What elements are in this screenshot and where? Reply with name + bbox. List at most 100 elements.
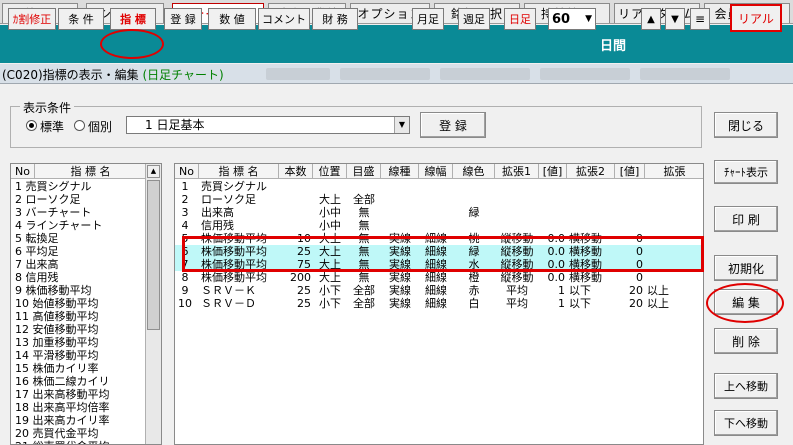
indicator-button[interactable]: 指 標 bbox=[110, 8, 156, 30]
chart-display-button[interactable]: ﾁｬｰﾄ表示 bbox=[714, 160, 778, 184]
column-header-line-width[interactable]: 線幅 bbox=[419, 164, 453, 179]
list-item[interactable]: 7 出来高 bbox=[15, 258, 59, 271]
list-item[interactable]: 16 株価二線カイリ bbox=[15, 375, 110, 388]
list-item[interactable]: 9 株価移動平均 bbox=[15, 284, 92, 297]
cell-no: 10 bbox=[178, 297, 192, 310]
list-item[interactable]: 14 平滑移動平均 bbox=[15, 349, 99, 362]
left-list-scroll-thumb[interactable] bbox=[147, 180, 160, 330]
register-button[interactable]: 登 録 bbox=[420, 112, 486, 138]
move-down-button[interactable]: 下へ移動 bbox=[714, 410, 778, 436]
indicator-settings-table[interactable]: No 指 標 名本数 位置 目盛 線種 線幅 線色 拡張1 [値] 拡張2 [値] 拡張 1 売買シグナ… bbox=[174, 163, 704, 445]
column-header-value2[interactable]: [値] bbox=[615, 164, 645, 179]
cell-scale bbox=[349, 180, 379, 193]
cell-line-type bbox=[383, 219, 417, 232]
left-list-scrollbar[interactable]: ▲ bbox=[145, 164, 161, 444]
arrow-up-icon[interactable]: ▲ bbox=[641, 8, 661, 30]
realtime-button[interactable]: リアル bbox=[730, 4, 782, 32]
list-item[interactable]: 12 安値移動平均 bbox=[15, 323, 99, 336]
initialize-button[interactable]: 初期化 bbox=[714, 255, 778, 281]
column-header-name[interactable]: 指 標 名 bbox=[35, 164, 147, 179]
list-item[interactable]: 20 売買代金平均 bbox=[15, 427, 99, 440]
column-header-ext1[interactable]: 拡張1 bbox=[495, 164, 539, 179]
values-button[interactable]: 数 値 bbox=[208, 8, 256, 30]
cell-value1 bbox=[541, 180, 565, 193]
column-header-position[interactable]: 位置 bbox=[313, 164, 347, 179]
list-item[interactable]: 11 高値移動平均 bbox=[15, 310, 99, 323]
period-count-select[interactable]: 60 ▼ bbox=[548, 8, 596, 30]
column-header-scale[interactable]: 目盛 bbox=[347, 164, 381, 179]
print-button[interactable]: 印 刷 bbox=[714, 206, 778, 232]
list-item[interactable]: 6 平均足 bbox=[15, 245, 59, 258]
list-item[interactable]: 21 総売買代金平均 bbox=[15, 440, 110, 444]
column-header-line-color[interactable]: 線色 bbox=[453, 164, 495, 179]
column-header-no[interactable]: No bbox=[175, 164, 199, 179]
daily-button[interactable]: 日足 bbox=[504, 8, 536, 30]
close-button[interactable]: 閉じる bbox=[714, 112, 778, 138]
list-item[interactable]: 13 加重移動平均 bbox=[15, 336, 99, 349]
cell-scale: 無 bbox=[358, 271, 370, 284]
settings-select[interactable]: 1 日足基本 ▼ bbox=[126, 116, 410, 134]
cell-position: 大上 bbox=[319, 271, 341, 284]
condition-button[interactable]: 条 件 bbox=[58, 8, 104, 30]
list-item[interactable]: 1 売買シグナル bbox=[15, 180, 92, 193]
scroll-up-icon[interactable]: ▲ bbox=[147, 165, 160, 178]
chevron-down-icon: ▼ bbox=[585, 14, 592, 24]
financial-button[interactable]: 財 務 bbox=[312, 8, 358, 30]
cell-no: 2 bbox=[181, 193, 189, 206]
monthly-button[interactable]: 月足 bbox=[412, 8, 444, 30]
table-row[interactable]: 8 株価移動平均 200 大上 無 実線 細線 橙 縦移動 0.0 横移動 0 bbox=[175, 271, 703, 284]
list-item[interactable]: 2 ローソク足 bbox=[15, 193, 81, 206]
list-item[interactable]: 17 出来高移動平均 bbox=[15, 388, 110, 401]
table-row[interactable]: 3 出来高 小中 無 緑 bbox=[175, 206, 703, 219]
split-adjust-button[interactable]: ｶ割修正 bbox=[8, 8, 56, 30]
radio-individual[interactable] bbox=[74, 120, 85, 131]
list-item[interactable]: 3 バーチャート bbox=[15, 206, 91, 219]
radio-individual-label: 個別 bbox=[88, 120, 113, 134]
table-row[interactable]: 4 信用残 小中 無 bbox=[175, 219, 703, 232]
cell-ext2: 以下 bbox=[569, 297, 591, 310]
list-item[interactable]: 18 出来高平均倍率 bbox=[15, 401, 110, 414]
column-header-count[interactable]: 本数 bbox=[279, 164, 313, 179]
list-item[interactable]: 15 株価カイリ率 bbox=[15, 362, 99, 375]
cell-line-color: 白 bbox=[468, 297, 480, 310]
table-row[interactable]: 10 ＳＲＶ－Ｄ 25 小下 全部 実線 細線 白 平均 1 以下 20 以上 bbox=[175, 297, 703, 310]
cell-no: 4 bbox=[181, 219, 189, 232]
list-item[interactable]: 19 出来高カイリ率 bbox=[15, 414, 110, 427]
cell-line-width bbox=[421, 193, 451, 206]
register-toolbar-button[interactable]: 登 録 bbox=[164, 8, 202, 30]
cell-ext2 bbox=[569, 219, 613, 232]
cell-line-type bbox=[383, 180, 417, 193]
list-item[interactable]: 10 始値移動平均 bbox=[15, 297, 99, 310]
cell-line-color: 橙 bbox=[468, 271, 480, 284]
list-item[interactable]: 4 ラインチャート bbox=[15, 219, 102, 232]
column-header-no[interactable]: No bbox=[11, 164, 35, 179]
list-item[interactable]: 8 信用残 bbox=[15, 271, 59, 284]
table-row[interactable]: 1 売買シグナル bbox=[175, 180, 703, 193]
delete-button[interactable]: 削 除 bbox=[714, 328, 778, 354]
period-unit-label: 日間 bbox=[600, 39, 627, 54]
cell-name: ＳＲＶ－Ｋ bbox=[201, 284, 256, 297]
table-row[interactable]: 9 ＳＲＶ－Ｋ 25 小下 全部 実線 細線 赤 平均 1 以下 20 以上 bbox=[175, 284, 703, 297]
table-row[interactable]: 2 ローソク足 大上 全部 bbox=[175, 193, 703, 206]
cell-scale: 無 bbox=[358, 206, 370, 219]
radio-standard[interactable] bbox=[26, 120, 37, 131]
cell-no: 1 bbox=[181, 180, 189, 193]
list-item[interactable]: 5 転換足 bbox=[15, 232, 59, 245]
arrow-down-icon[interactable]: ▼ bbox=[665, 8, 685, 30]
column-header-name[interactable]: 指 標 名 bbox=[199, 164, 279, 179]
cell-line-width bbox=[421, 206, 451, 219]
column-header-line-type[interactable]: 線種 bbox=[381, 164, 419, 179]
move-up-button[interactable]: 上へ移動 bbox=[714, 373, 778, 399]
column-header-value1[interactable]: [値] bbox=[539, 164, 567, 179]
cell-value1 bbox=[541, 193, 565, 206]
menu-icon[interactable]: ≡ bbox=[690, 8, 710, 30]
column-header-ext2[interactable]: 拡張2 bbox=[567, 164, 615, 179]
weekly-button[interactable]: 週足 bbox=[458, 8, 490, 30]
comment-button[interactable]: コメント bbox=[258, 8, 310, 30]
indicator-catalog-list[interactable]: No 指 標 名 1 売買シグナル 2 ローソク足 3 バーチャート 4 ラインチャー… bbox=[10, 163, 162, 445]
cell-line-type: 実線 bbox=[389, 297, 411, 310]
chevron-down-icon[interactable]: ▼ bbox=[394, 117, 409, 133]
column-header-ext3[interactable]: 拡張 bbox=[645, 164, 703, 179]
display-condition-label: 表示条件 bbox=[20, 99, 75, 116]
cell-line-width: 細線 bbox=[425, 297, 447, 310]
